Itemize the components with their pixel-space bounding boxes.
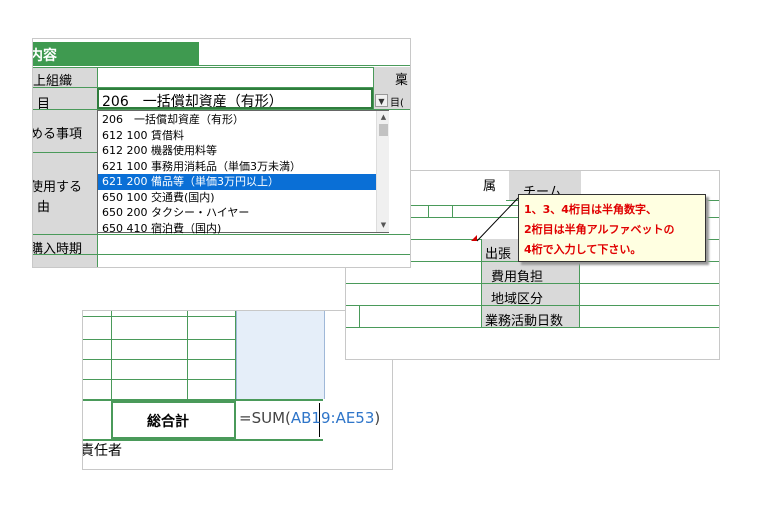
dropdown-item-selected[interactable]: 621 200 備品等（単価3万円以上） [98, 174, 376, 190]
total-label: 総合計 [147, 414, 189, 430]
dropdown-item[interactable]: 612 100 賃借料 [98, 128, 376, 144]
item-small-label: 目( [390, 98, 404, 109]
usage-label: 使用する [32, 180, 83, 195]
scrollbar[interactable]: ▲ ▼ [376, 111, 389, 232]
selected-value: 206 一括償却資産（有形） [102, 94, 283, 110]
dropdown-item[interactable]: 612 200 機器使用料等 [98, 143, 376, 159]
matter-label: める事項 [32, 127, 83, 142]
dropdown-item[interactable]: 621 100 事務用消耗品（単価3万未満） [98, 159, 376, 175]
dropdown-item[interactable]: 650 100 交通費(国内) [98, 190, 376, 206]
scroll-down-icon[interactable]: ▼ [377, 219, 390, 231]
dropdown-list[interactable]: 206 一括償却資産（有形） 612 100 賃借料 612 200 機器使用料… [97, 110, 389, 235]
header-title: 内容 [33, 48, 57, 64]
dropdown-item[interactable]: 650 200 タクシー・ハイヤー [98, 205, 376, 221]
formula-text[interactable]: =SUM(AB19:AE53) [239, 409, 380, 427]
comment-indicator-icon [471, 235, 477, 241]
scroll-thumb[interactable] [379, 124, 388, 136]
reason-label: 由 [37, 200, 51, 215]
approval-label: 稟 [395, 73, 409, 88]
formula-suffix: ) [374, 409, 381, 427]
selected-range[interactable] [236, 311, 325, 399]
scroll-up-icon[interactable]: ▲ [377, 111, 390, 123]
footer-label: 責任者 [82, 443, 122, 459]
formula-prefix: =SUM( [239, 409, 291, 427]
header-bar [33, 42, 199, 66]
account-sheet-panel: 内容 上組織 目 める事項 使用する 由 購入時期 稟 目( 206 一括償却資… [32, 38, 411, 268]
formula-ref: AB19:AE53 [290, 409, 375, 427]
dropdown-item[interactable]: 650 410 宿泊費（国内) [98, 221, 376, 237]
dropdown-arrow-icon[interactable]: ▼ [375, 94, 388, 107]
dropdown-item[interactable]: 206 一括償却資産（有形） [98, 112, 376, 128]
